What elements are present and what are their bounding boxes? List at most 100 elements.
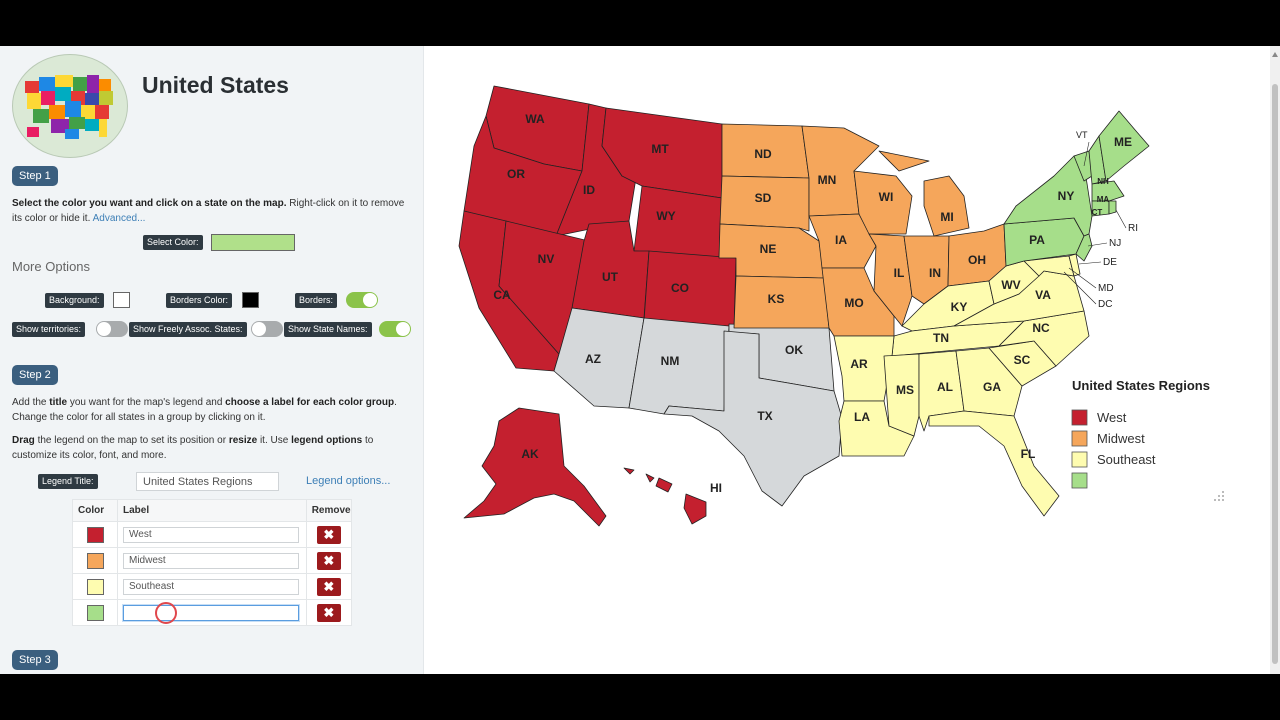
- us-map[interactable]: WA OR CA ID NV MT WY UT CO AZ NM TX OK N…: [424, 46, 1270, 674]
- legend-swatch-southeast[interactable]: [1071, 451, 1088, 468]
- label-nc: NC: [1032, 321, 1050, 335]
- label-sc: SC: [1014, 353, 1031, 367]
- label-fl: FL: [1021, 447, 1036, 461]
- scroll-thumb[interactable]: [1272, 84, 1278, 664]
- legend-label-west: West: [1097, 410, 1127, 425]
- map-canvas[interactable]: WA OR CA ID NV MT WY UT CO AZ NM TX OK N…: [424, 46, 1270, 674]
- label-wa: WA: [525, 112, 545, 126]
- northeast-color-box[interactable]: [86, 604, 104, 621]
- legend-swatch-northeast[interactable]: [1071, 472, 1088, 489]
- label-oh: OH: [968, 253, 986, 267]
- de-leader-line: [1078, 261, 1102, 265]
- legend-options-link[interactable]: Legend options...: [306, 475, 390, 487]
- step-1-instructions: Select the color you want and click on a…: [12, 196, 414, 226]
- label-ms: MS: [896, 383, 914, 397]
- label-ut: UT: [602, 270, 619, 284]
- toggle-knob: [396, 322, 410, 336]
- page-scrollbar[interactable]: [1270, 46, 1280, 674]
- southeast-color-box[interactable]: [86, 578, 104, 595]
- show-state-names-label: Show State Names:: [284, 322, 372, 337]
- select-color-label: Select Color:: [143, 235, 203, 250]
- label-mt: MT: [651, 142, 669, 156]
- legend-label-midwest: Midwest: [1097, 431, 1145, 446]
- borders-color-swatch[interactable]: [242, 292, 259, 308]
- legend-swatch-west[interactable]: [1071, 409, 1088, 426]
- legend-title-input[interactable]: [136, 472, 279, 491]
- legend-labels-table: Color Label Remove ✖ ✖: [72, 499, 353, 626]
- west-label-input[interactable]: [123, 526, 299, 543]
- step-2-paragraph-1: Add the title you want for the map's leg…: [12, 395, 414, 425]
- label-az: AZ: [585, 352, 601, 366]
- northeast-label-input[interactable]: [123, 604, 299, 621]
- state-ak[interactable]: [463, 407, 607, 527]
- ri-leader-line: [1115, 209, 1127, 229]
- remove-cell: ✖: [305, 573, 353, 600]
- select-color-swatch[interactable]: [211, 234, 295, 251]
- label-ks: KS: [768, 292, 785, 306]
- state-hi[interactable]: [623, 467, 707, 525]
- label-de: DE: [1103, 257, 1117, 268]
- label-ny: NY: [1058, 189, 1075, 203]
- state-co[interactable]: [643, 250, 737, 329]
- remove-cell: ✖: [305, 599, 353, 626]
- table-row: ✖: [72, 547, 353, 574]
- background-color-swatch[interactable]: [113, 292, 130, 308]
- remove-west-button[interactable]: ✖: [316, 525, 341, 544]
- text-span: you want for the map's legend and: [67, 397, 226, 408]
- more-options-title: More Options: [12, 259, 91, 274]
- state-wy[interactable]: [633, 185, 723, 259]
- remove-southeast-button[interactable]: ✖: [316, 577, 341, 596]
- label-il: IL: [894, 266, 905, 280]
- label-ca: CA: [493, 288, 511, 302]
- label-sd: SD: [755, 191, 772, 205]
- legend-swatch-midwest[interactable]: [1071, 430, 1088, 447]
- legend-title: United States Regions: [1072, 378, 1210, 393]
- scroll-up-arrow-icon[interactable]: [1272, 52, 1278, 57]
- label-nd: ND: [754, 147, 772, 161]
- label-cell: [117, 599, 307, 626]
- borders-toggle[interactable]: [346, 292, 378, 308]
- legend-label-southeast: Southeast: [1097, 452, 1156, 467]
- label-nj: NJ: [1109, 238, 1121, 249]
- step-2-badge: Step 2: [12, 365, 58, 385]
- label-mn: MN: [818, 173, 837, 187]
- label-mo: MO: [844, 296, 863, 310]
- text-bold: Drag: [12, 435, 35, 446]
- text-span: Add the: [12, 397, 50, 408]
- show-territories-toggle[interactable]: [96, 321, 128, 337]
- table-header-row: Color Label Remove: [72, 499, 353, 522]
- text-span: the legend on the map to set its positio…: [34, 435, 229, 446]
- map-legend[interactable]: United States Regions West Midwest South…: [1071, 378, 1224, 501]
- label-me: ME: [1114, 135, 1132, 149]
- step-2-paragraph-2: Drag the legend on the map to set its po…: [12, 433, 414, 463]
- step-3-badge: Step 3: [12, 650, 58, 670]
- text-bold: title: [49, 397, 68, 408]
- show-freely-assoc-toggle[interactable]: [251, 321, 283, 337]
- state-ri[interactable]: [1108, 200, 1117, 215]
- app-viewport: United States Step 1 Select the color yo…: [0, 46, 1280, 674]
- label-wy: WY: [656, 209, 675, 223]
- label-dc: DC: [1098, 299, 1112, 310]
- text-bold: choose a label for each color group: [225, 397, 395, 408]
- label-cell: [117, 573, 307, 600]
- southeast-label-input[interactable]: [123, 578, 299, 595]
- label-nh: NH: [1097, 177, 1109, 186]
- state-fl[interactable]: [928, 410, 1060, 517]
- show-state-names-toggle[interactable]: [379, 321, 411, 337]
- legend-resize-handle-icon[interactable]: [1214, 491, 1224, 501]
- toggle-knob: [252, 322, 266, 336]
- label-nv: NV: [538, 252, 555, 266]
- remove-midwest-button[interactable]: ✖: [316, 551, 341, 570]
- west-color-box[interactable]: [86, 526, 104, 543]
- midwest-color-box[interactable]: [86, 552, 104, 569]
- advanced-link[interactable]: Advanced...: [93, 213, 146, 224]
- midwest-label-input[interactable]: [123, 552, 299, 569]
- label-column-header: Label: [117, 499, 307, 522]
- label-pa: PA: [1029, 233, 1045, 247]
- mouse-cursor-indicator: [155, 602, 177, 624]
- toggle-knob: [97, 322, 111, 336]
- toggle-knob: [363, 293, 377, 307]
- borders-color-label: Borders Color:: [166, 293, 233, 308]
- remove-northeast-button[interactable]: ✖: [316, 603, 341, 622]
- borders-label: Borders:: [295, 293, 338, 308]
